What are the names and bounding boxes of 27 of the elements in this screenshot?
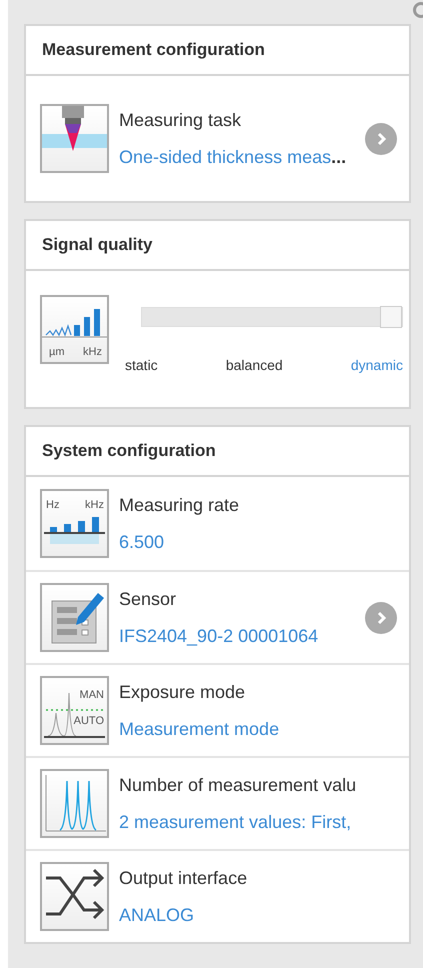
list-item[interactable]: MAN AUTO Exposure mode Measurement mode <box>26 663 409 756</box>
item-value: Measurement mode <box>119 718 280 740</box>
section-title: Measurement configuration <box>42 39 265 62</box>
item-label: Exposure mode <box>119 680 246 704</box>
section-title: System configuration <box>42 440 216 462</box>
slider-option[interactable]: balanced <box>226 355 283 376</box>
item-value: IFS2404_90-2 00001064 <box>119 624 320 648</box>
list-item[interactable]: Measuring task One-sided thickness meas... <box>26 76 409 201</box>
item-value: ANALOG <box>119 904 196 926</box>
arrow-button[interactable] <box>365 602 397 634</box>
item-value: 2 measurement values: First, <box>119 810 352 834</box>
slider-option[interactable]: static <box>125 355 158 376</box>
item-value: 6.500 <box>119 530 166 554</box>
item-label: Measuring rate <box>119 494 240 517</box>
list-item[interactable]: Sensor IFS2404_90-2 00001064 <box>26 570 409 663</box>
item-label: Output interface <box>119 866 248 890</box>
item-label: Measuring task <box>119 108 242 132</box>
list-item[interactable]: Number of measurement valu 2 measurement values: First, <box>26 756 409 849</box>
section-title: Signal quality <box>42 234 153 256</box>
item-label: Sensor <box>119 588 178 610</box>
arrow-button[interactable] <box>365 122 397 154</box>
item-value: One-sided thickness meas... <box>119 146 348 168</box>
slider-option[interactable]: dynamic <box>350 355 403 376</box>
list-item[interactable]: Output interface ANALOG <box>26 849 409 942</box>
list-item[interactable]: Hz kHz Measuring rate 6.500 <box>26 477 409 570</box>
item-label: Number of measurement valu <box>119 774 358 796</box>
slider-thumb[interactable] <box>380 306 402 328</box>
